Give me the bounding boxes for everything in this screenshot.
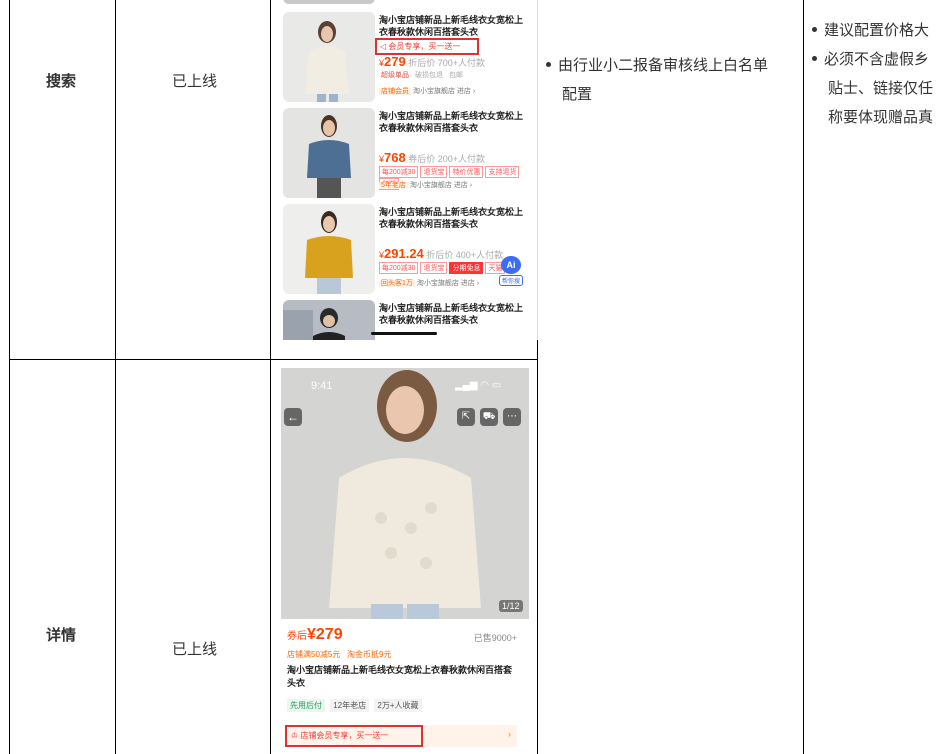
search-result-screenshot: 淘小宝店铺新品上新毛线衣女宽松上衣春秋款休闲百搭套头衣 ◁ 会员专享，买一送一 … <box>271 0 538 340</box>
grid-line <box>803 0 804 754</box>
grid-line <box>115 0 116 754</box>
requirement-item: 建议配置价格大 <box>812 16 949 45</box>
member-promo-highlight: ♔ 店铺会员专享，买一送一 <box>285 725 423 747</box>
status-icons: ▂▄▆ ◠ ▭ <box>455 380 502 391</box>
more-button[interactable]: ⋯ <box>503 408 521 426</box>
product-price: ¥291.24 折后价 400+人付款 <box>379 246 504 261</box>
ai-assistant-button[interactable]: Ai 帮你搜 <box>499 256 523 286</box>
cart-icon: ⛟ <box>482 411 496 422</box>
product-title: 淘小宝店铺新品上新毛线衣女宽松上衣春秋款休闲百搭套头衣 <box>379 207 524 229</box>
row-name-search: 搜索 <box>46 73 77 90</box>
requirement-item: 贴士、链接仅任 <box>828 80 934 97</box>
coupon-row[interactable]: 店铺满50减5元 淘金币抵9元 <box>287 649 391 660</box>
crown-icon: ♔ <box>291 731 299 740</box>
member-promo-highlight: ◁ 会员专享，买一送一 <box>375 38 479 55</box>
product-price: ¥279 折后价 700+人付款 <box>379 54 486 69</box>
detail-badges: 先用后付 12年老店 2万+人收藏 <box>287 699 422 712</box>
product-detail-screenshot: 9:41 ▂▄▆ ◠ ▭ ← ⇱ ⛟ ⋯ 1/12 券后¥279 已售9000+… <box>281 368 529 754</box>
shop-row[interactable]: 5年老店 淘小宝旗舰店 进店 › <box>379 180 472 190</box>
sold-count: 已售9000+ <box>473 633 517 643</box>
grid-line <box>9 359 538 360</box>
requirement-item: 称要体现赠品真 <box>828 109 934 126</box>
product-title: 淘小宝店铺新品上新毛线衣女宽松上衣春秋款休闲百搭套头衣 <box>379 15 524 37</box>
product-tags: 超级单品 破损包退 包邮 <box>381 72 463 79</box>
note-item: 配置 <box>562 86 593 103</box>
requirement-item: 必须不含虚假乡 <box>812 45 949 74</box>
bullet-icon <box>812 26 817 32</box>
row-name-detail: 详情 <box>46 627 77 644</box>
chevron-right-icon: › <box>508 729 511 739</box>
detail-title: 淘小宝店铺新品上新毛线衣女宽松上衣春秋款休闲百搭套头衣 <box>287 665 513 688</box>
shop-row[interactable]: 回头客1万 淘小宝旗舰店 进店 › <box>379 278 479 288</box>
detail-price: 券后¥279 <box>287 626 343 643</box>
shop-row[interactable]: 店铺会员 淘小宝旗舰店 进店 › <box>379 86 475 96</box>
share-icon: ⇱ <box>461 411 471 422</box>
product-price: ¥768 券后价 200+人付款 <box>379 150 486 165</box>
cart-button[interactable]: ⛟ <box>480 408 498 426</box>
home-indicator <box>371 332 437 335</box>
list-item[interactable]: 淘小宝店铺新品上新毛线衣女宽松上衣春秋款休闲百搭套头衣 ¥291.24 折后价 … <box>271 200 537 298</box>
product-title: 淘小宝店铺新品上新毛线衣女宽松上衣春秋款休闲百搭套头衣 <box>379 111 524 133</box>
list-item[interactable]: 淘小宝店铺新品上新毛线衣女宽松上衣春秋款休闲百搭套头衣 ◁ 会员专享，买一送一 … <box>271 8 537 106</box>
back-button[interactable]: ← <box>284 408 302 426</box>
row-status-search: 已上线 <box>172 73 218 90</box>
product-thumbnail <box>283 12 375 102</box>
image-counter: 1/12 <box>499 600 523 612</box>
search-notes: 由行业小二报备审核线上白名单 配置 <box>546 51 796 109</box>
requirements-column: 建议配置价格大 必须不含虚假乡 贴士、链接仅任 称要体现赠品真 <box>808 16 949 146</box>
product-thumbnail <box>283 108 375 198</box>
list-item[interactable]: 淘小宝店铺新品上新毛线衣女宽松上衣春秋款休闲百搭套头衣 ¥768 券后价 200… <box>271 104 537 202</box>
product-thumbnail <box>283 300 375 340</box>
note-item: 由行业小二报备审核线上白名单 <box>546 51 796 80</box>
member-promo-bar[interactable]: ♔ 店铺会员专享，买一送一 › <box>285 725 517 747</box>
product-title: 淘小宝店铺新品上新毛线衣女宽松上衣春秋款休闲百搭套头衣 <box>379 303 524 325</box>
bullet-icon <box>812 55 817 61</box>
bullet-icon <box>546 61 551 67</box>
more-icon: ⋯ <box>507 411 517 422</box>
share-button[interactable]: ⇱ <box>457 408 475 426</box>
row-status-detail: 已上线 <box>172 641 218 658</box>
grid-line <box>9 0 10 754</box>
product-hero-image: 9:41 ▂▄▆ ◠ ▭ ← ⇱ ⛟ ⋯ 1/12 <box>281 368 529 619</box>
product-thumbnail <box>283 204 375 294</box>
back-arrow-icon: ← <box>287 410 299 424</box>
status-time: 9:41 <box>311 380 333 392</box>
product-tags: 每200减30 退货宝 分期免息 天猫 <box>379 262 507 274</box>
